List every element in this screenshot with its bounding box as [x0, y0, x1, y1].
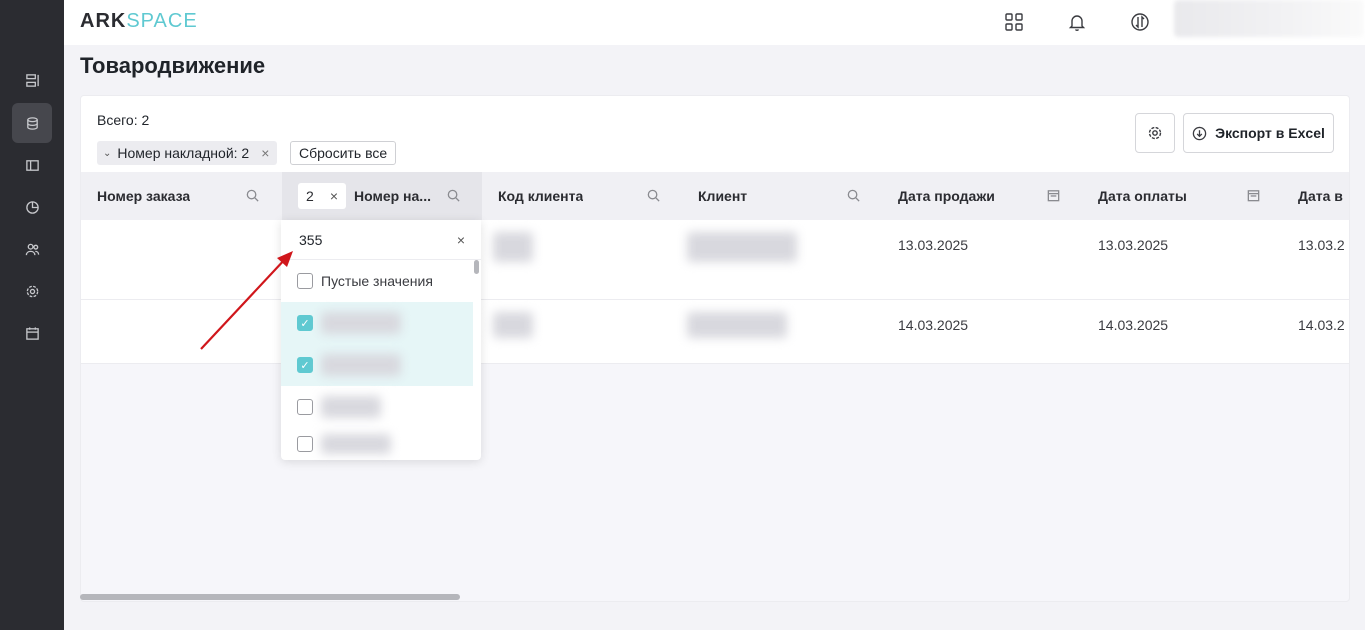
users-icon	[25, 243, 39, 255]
column-sale-date[interactable]: Дата продажи	[898, 172, 1068, 220]
sidebar-item-calendar[interactable]	[12, 313, 52, 353]
checkbox-checked[interactable]: ✓	[297, 357, 313, 373]
page-title: Товародвижение	[80, 53, 266, 78]
column-invoice-number[interactable]: 2 × Номер на...	[282, 172, 482, 220]
apps-grid-button[interactable]	[1002, 10, 1026, 34]
export-excel-button[interactable]: Экспорт в Excel	[1183, 113, 1334, 153]
sidebar	[0, 0, 64, 630]
column-client-code[interactable]: Код клиента	[498, 172, 668, 220]
calendar-icon[interactable]	[1246, 188, 1262, 204]
dropdown-search-input[interactable]: 355 ×	[281, 220, 481, 260]
filter-chip-label: Номер накладной: 2	[117, 145, 250, 161]
total-count: Всего: 2	[97, 112, 150, 128]
option-empty-values[interactable]: Пустые значения	[281, 260, 473, 302]
table-header: Номер заказа 2 × Номер на... Код клиента…	[81, 172, 1349, 220]
payment-date-cell: 14.03.2025	[1098, 317, 1169, 333]
blurred-cell	[493, 312, 533, 338]
blurred-cell	[687, 232, 797, 262]
sale-date-cell: 13.03.2025	[898, 237, 969, 253]
sidebar-item-reports[interactable]	[12, 187, 52, 227]
column-order-number[interactable]: Номер заказа	[97, 172, 267, 220]
bell-icon	[1068, 15, 1086, 31]
sidebar-item-users[interactable]	[12, 229, 52, 269]
calendar-icon[interactable]	[1046, 188, 1062, 204]
blurred-value	[321, 354, 401, 376]
search-icon[interactable]	[446, 188, 462, 204]
filter-chip[interactable]: ⌄ Номер накладной: 2 ×	[97, 141, 278, 165]
column-client[interactable]: Клиент	[698, 172, 868, 220]
scrollbar-thumb[interactable]	[474, 260, 479, 274]
grid-icon	[1005, 13, 1023, 31]
sidebar-item-settings[interactable]	[12, 271, 52, 311]
annotation-arrow	[200, 251, 293, 350]
blurred-cell	[687, 312, 787, 338]
database-icon	[26, 116, 38, 130]
sale-date-cell: 14.03.2025	[898, 317, 969, 333]
blurred-cell	[493, 232, 533, 262]
dropdown-scrollbar[interactable]	[473, 260, 480, 460]
download-icon	[1192, 126, 1207, 140]
search-icon[interactable]	[245, 188, 261, 204]
user-menu[interactable]	[1174, 0, 1364, 37]
chevron-down-icon: ⌄	[103, 147, 112, 159]
topbar: ARKSPACE	[64, 0, 1365, 45]
clear-icon[interactable]: ×	[457, 232, 465, 248]
blurred-value	[321, 396, 381, 418]
column-payment-date[interactable]: Дата оплаты	[1098, 172, 1268, 220]
sidebar-item-catalog[interactable]	[12, 145, 52, 185]
gear-icon	[1148, 126, 1162, 140]
option-item[interactable]	[281, 386, 473, 428]
checkbox[interactable]	[297, 399, 313, 415]
table-settings-button[interactable]	[1135, 113, 1175, 153]
checkbox[interactable]	[297, 436, 313, 452]
export-label: Экспорт в Excel	[1215, 125, 1325, 141]
close-icon[interactable]: ×	[261, 145, 269, 161]
other-date-cell: 13.03.2	[1298, 237, 1345, 253]
card-header: Всего: 2 ⌄ Номер накладной: 2 × Сбросить…	[81, 96, 1349, 172]
blurred-value	[321, 312, 401, 334]
option-item[interactable]: ✓	[281, 344, 473, 386]
book-icon	[25, 159, 39, 171]
reset-filters-button[interactable]: Сбросить все	[290, 141, 397, 165]
column-filter-count[interactable]: 2 ×	[298, 183, 346, 209]
close-icon[interactable]: ×	[330, 188, 338, 204]
invoice-filter-dropdown: 355 × Пустые значения ✓ ✓	[281, 220, 481, 460]
payment-date-cell: 13.03.2025	[1098, 237, 1169, 253]
search-icon[interactable]	[846, 188, 862, 204]
calendar-icon	[25, 326, 39, 340]
logo[interactable]: ARKSPACE	[80, 10, 198, 33]
list-icon	[25, 73, 39, 87]
search-icon[interactable]	[646, 188, 662, 204]
other-date-cell: 14.03.2	[1298, 317, 1345, 333]
blurred-value	[321, 434, 391, 454]
exchange-icon	[1131, 13, 1149, 31]
gear-icon	[26, 285, 38, 297]
option-item[interactable]: ✓	[281, 302, 473, 344]
sync-button[interactable]	[1128, 10, 1152, 34]
sidebar-item-list[interactable]	[12, 60, 52, 100]
pie-chart-icon	[25, 200, 39, 214]
horizontal-scrollbar[interactable]	[80, 594, 460, 600]
sidebar-item-database[interactable]	[12, 103, 52, 143]
notifications-button[interactable]	[1065, 10, 1089, 34]
column-other-date[interactable]: Дата в	[1298, 172, 1349, 220]
option-item[interactable]	[281, 428, 473, 460]
